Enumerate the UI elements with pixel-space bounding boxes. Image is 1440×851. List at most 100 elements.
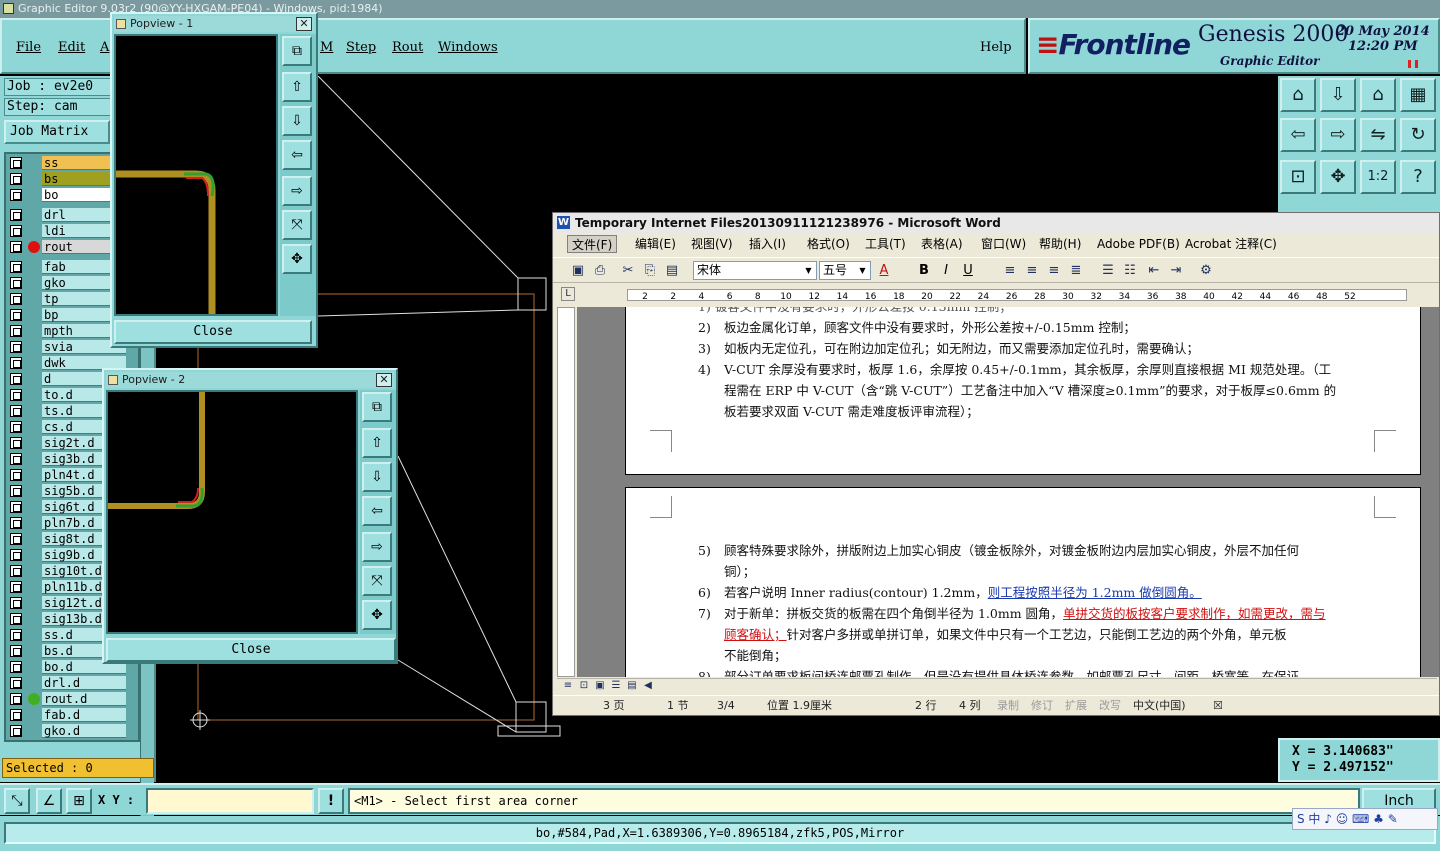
layer-checkbox[interactable]	[10, 209, 22, 221]
zoom-home-icon[interactable]: ⌂	[1280, 78, 1316, 112]
layer-checkbox[interactable]	[10, 533, 22, 545]
menu-action[interactable]: A	[100, 40, 109, 55]
zoom-out-icon[interactable]: ⤧	[362, 566, 392, 596]
zoom-center-icon[interactable]: ✥	[1320, 160, 1356, 194]
pan-right-icon[interactable]: ⇨	[362, 532, 392, 562]
pan-up-icon[interactable]: ⇧	[282, 72, 312, 102]
word-menu-format[interactable]: 格式(O)	[803, 235, 854, 253]
pan-right-icon[interactable]: ⇨	[282, 176, 312, 206]
tab-selector-icon[interactable]: L	[561, 287, 575, 301]
popview-1-close-button[interactable]: Close	[114, 320, 312, 344]
layer-checkbox[interactable]	[10, 453, 22, 465]
justify-icon[interactable]: ≣	[1067, 262, 1085, 280]
layer-row[interactable]: gko.d	[8, 724, 138, 738]
layer-checkbox[interactable]	[10, 709, 22, 721]
layer-checkbox[interactable]	[10, 261, 22, 273]
layer-checkbox[interactable]	[10, 225, 22, 237]
layer-checkbox[interactable]	[10, 549, 22, 561]
scroll-left-icon[interactable]: ◀	[639, 679, 657, 693]
align-center-icon[interactable]: ≡	[1023, 262, 1041, 280]
pan-left-icon[interactable]: ⇦	[1280, 118, 1316, 152]
underline-icon[interactable]: U	[959, 262, 977, 280]
menu-misc[interactable]: M	[320, 40, 333, 55]
font-color-icon[interactable]: A	[875, 262, 893, 280]
decrease-indent-icon[interactable]: ⇤	[1145, 262, 1163, 280]
zoom-in-icon[interactable]: ✥	[362, 600, 392, 630]
layer-checkbox[interactable]	[10, 157, 22, 169]
popview-1-canvas[interactable]	[114, 34, 278, 316]
status-record[interactable]: 录制	[997, 696, 1019, 716]
snap-mode-icon[interactable]: ⤡	[4, 788, 30, 814]
layer-checkbox[interactable]	[10, 725, 22, 737]
bold-icon[interactable]: B	[915, 262, 933, 280]
zoom-out-icon[interactable]: ⤧	[282, 210, 312, 240]
alert-icon[interactable]: !	[318, 788, 344, 814]
save-icon[interactable]: ▣	[569, 262, 587, 280]
word-menu-help[interactable]: 帮助(H)	[1035, 235, 1085, 253]
layer-row[interactable]: drl.d	[8, 676, 138, 690]
layer-checkbox[interactable]	[10, 189, 22, 201]
menu-file[interactable]: File	[16, 40, 41, 55]
font-size-combo[interactable]: 五号 ▼	[819, 261, 871, 280]
print-icon[interactable]: ⎙	[591, 262, 609, 280]
layer-checkbox[interactable]	[10, 293, 22, 305]
increase-indent-icon[interactable]: ⇥	[1167, 262, 1185, 280]
layer-name[interactable]: fab.d	[42, 708, 126, 722]
zoom-window-icon[interactable]: ⧉	[282, 36, 312, 66]
document-area[interactable]: 1) 镀客文件中没有要求时，外形公差按 0.13mm 控制； 2) 板边金属化订单…	[577, 307, 1439, 677]
layer-checkbox[interactable]	[10, 661, 22, 673]
pan-up-icon[interactable]: ⇧	[362, 428, 392, 458]
menu-step[interactable]: Step	[346, 40, 376, 55]
cut-icon[interactable]: ✂	[619, 262, 637, 280]
layer-name[interactable]: rout.d	[42, 692, 126, 706]
layer-checkbox[interactable]	[10, 645, 22, 657]
layer-checkbox[interactable]	[10, 613, 22, 625]
menu-rout[interactable]: Rout	[392, 40, 423, 55]
layer-checkbox[interactable]	[10, 677, 22, 689]
split-view-icon[interactable]: ▦	[1400, 78, 1436, 112]
italic-icon[interactable]: I	[937, 262, 955, 280]
layer-checkbox[interactable]	[10, 469, 22, 481]
layer-checkbox[interactable]	[10, 565, 22, 577]
layer-checkbox[interactable]	[10, 241, 22, 253]
popview-2-canvas[interactable]	[106, 390, 358, 634]
word-menu-acrobat[interactable]: Acrobat 注释(C)	[1181, 235, 1281, 253]
align-left-icon[interactable]: ≡	[1001, 262, 1019, 280]
layer-checkbox[interactable]	[10, 437, 22, 449]
layer-name[interactable]: drl.d	[42, 676, 126, 690]
status-extend[interactable]: 扩展	[1065, 696, 1087, 716]
layer-row[interactable]: fab.d	[8, 708, 138, 722]
layer-checkbox[interactable]	[10, 405, 22, 417]
status-overtype[interactable]: 改写	[1099, 696, 1121, 716]
horizontal-scrollbar[interactable]: ≡ ⊡ ▣ ☰ ▤ ◀	[557, 678, 1437, 694]
home-view-icon[interactable]: ⌂	[1360, 78, 1396, 112]
status-track-changes[interactable]: 修订	[1031, 696, 1053, 716]
zoom-one-to-two-icon[interactable]: 1:2	[1360, 160, 1396, 194]
paste-icon[interactable]: ▤	[663, 262, 681, 280]
spelling-status-icon[interactable]: ☒	[1213, 696, 1223, 716]
align-right-icon[interactable]: ≡	[1045, 262, 1063, 280]
word-menu-window[interactable]: 窗口(W)	[977, 235, 1030, 253]
word-menu-insert[interactable]: 插入(I)	[745, 235, 790, 253]
pan-down-icon[interactable]: ⇩	[362, 462, 392, 492]
pan-down-icon[interactable]: ⇩	[1320, 78, 1356, 112]
layer-name[interactable]: gko.d	[42, 724, 126, 738]
zoom-fit-icon[interactable]: ⊡	[1280, 160, 1316, 194]
rotate-view-icon[interactable]: ↻	[1400, 118, 1436, 152]
layer-checkbox[interactable]	[10, 421, 22, 433]
layer-checkbox[interactable]	[10, 309, 22, 321]
layer-checkbox[interactable]	[10, 373, 22, 385]
vertical-ruler[interactable]	[557, 307, 575, 677]
menu-windows[interactable]: Windows	[438, 40, 498, 55]
layer-checkbox[interactable]	[10, 485, 22, 497]
layer-checkbox[interactable]	[10, 341, 22, 353]
layer-checkbox[interactable]	[10, 597, 22, 609]
word-menu-adobe-pdf[interactable]: Adobe PDF(B)	[1093, 235, 1184, 253]
layer-row[interactable]: rout.d	[8, 692, 138, 706]
mirror-view-icon[interactable]: ⇋	[1360, 118, 1396, 152]
grid-icon[interactable]: ⊞	[66, 788, 92, 814]
toolbar-options-icon[interactable]: ⚙	[1197, 262, 1215, 280]
layer-checkbox[interactable]	[10, 517, 22, 529]
bullets-icon[interactable]: ☷	[1121, 262, 1139, 280]
close-icon[interactable]: ✕	[376, 373, 392, 387]
